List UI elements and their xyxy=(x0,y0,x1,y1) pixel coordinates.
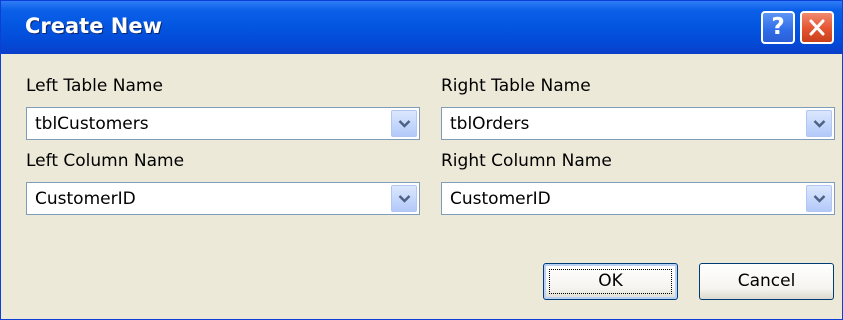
left-column-name-label: Left Column Name xyxy=(26,151,185,171)
right-column-name-value: CustomerID xyxy=(450,189,551,209)
chevron-down-icon xyxy=(398,195,411,203)
right-table-name-label: Right Table Name xyxy=(441,76,591,96)
chevron-down-icon xyxy=(813,195,826,203)
right-table-name-dropdown-button[interactable] xyxy=(806,110,832,137)
ok-button[interactable]: OK xyxy=(543,263,678,300)
chevron-down-icon xyxy=(813,120,826,128)
chevron-down-icon xyxy=(398,120,411,128)
dialog-title: Create New xyxy=(25,14,162,38)
ok-button-label: OK xyxy=(598,271,623,291)
left-table-name-value: tblCustomers xyxy=(35,114,149,134)
title-bar[interactable]: Create New ? xyxy=(1,1,842,54)
left-column-name-dropdown-button[interactable] xyxy=(391,185,417,212)
right-table-name-combo[interactable]: tblOrders xyxy=(441,107,835,140)
left-table-name-combo[interactable]: tblCustomers xyxy=(26,107,420,140)
right-column-name-combo[interactable]: CustomerID xyxy=(441,182,835,215)
create-new-dialog: Create New ? Left Table Name tblCustomer… xyxy=(0,0,843,320)
right-table-name-value: tblOrders xyxy=(450,114,530,134)
cancel-button-label: Cancel xyxy=(737,271,796,291)
right-column-name-label: Right Column Name xyxy=(441,151,612,171)
close-button[interactable] xyxy=(800,11,834,44)
help-button[interactable]: ? xyxy=(761,11,795,44)
right-column-name-dropdown-button[interactable] xyxy=(806,185,832,212)
left-table-name-dropdown-button[interactable] xyxy=(391,110,417,137)
help-icon: ? xyxy=(771,14,785,40)
left-column-name-value: CustomerID xyxy=(35,189,136,209)
cancel-button[interactable]: Cancel xyxy=(699,263,834,300)
left-table-name-label: Left Table Name xyxy=(26,76,163,96)
close-icon xyxy=(809,19,825,36)
left-column-name-combo[interactable]: CustomerID xyxy=(26,182,420,215)
